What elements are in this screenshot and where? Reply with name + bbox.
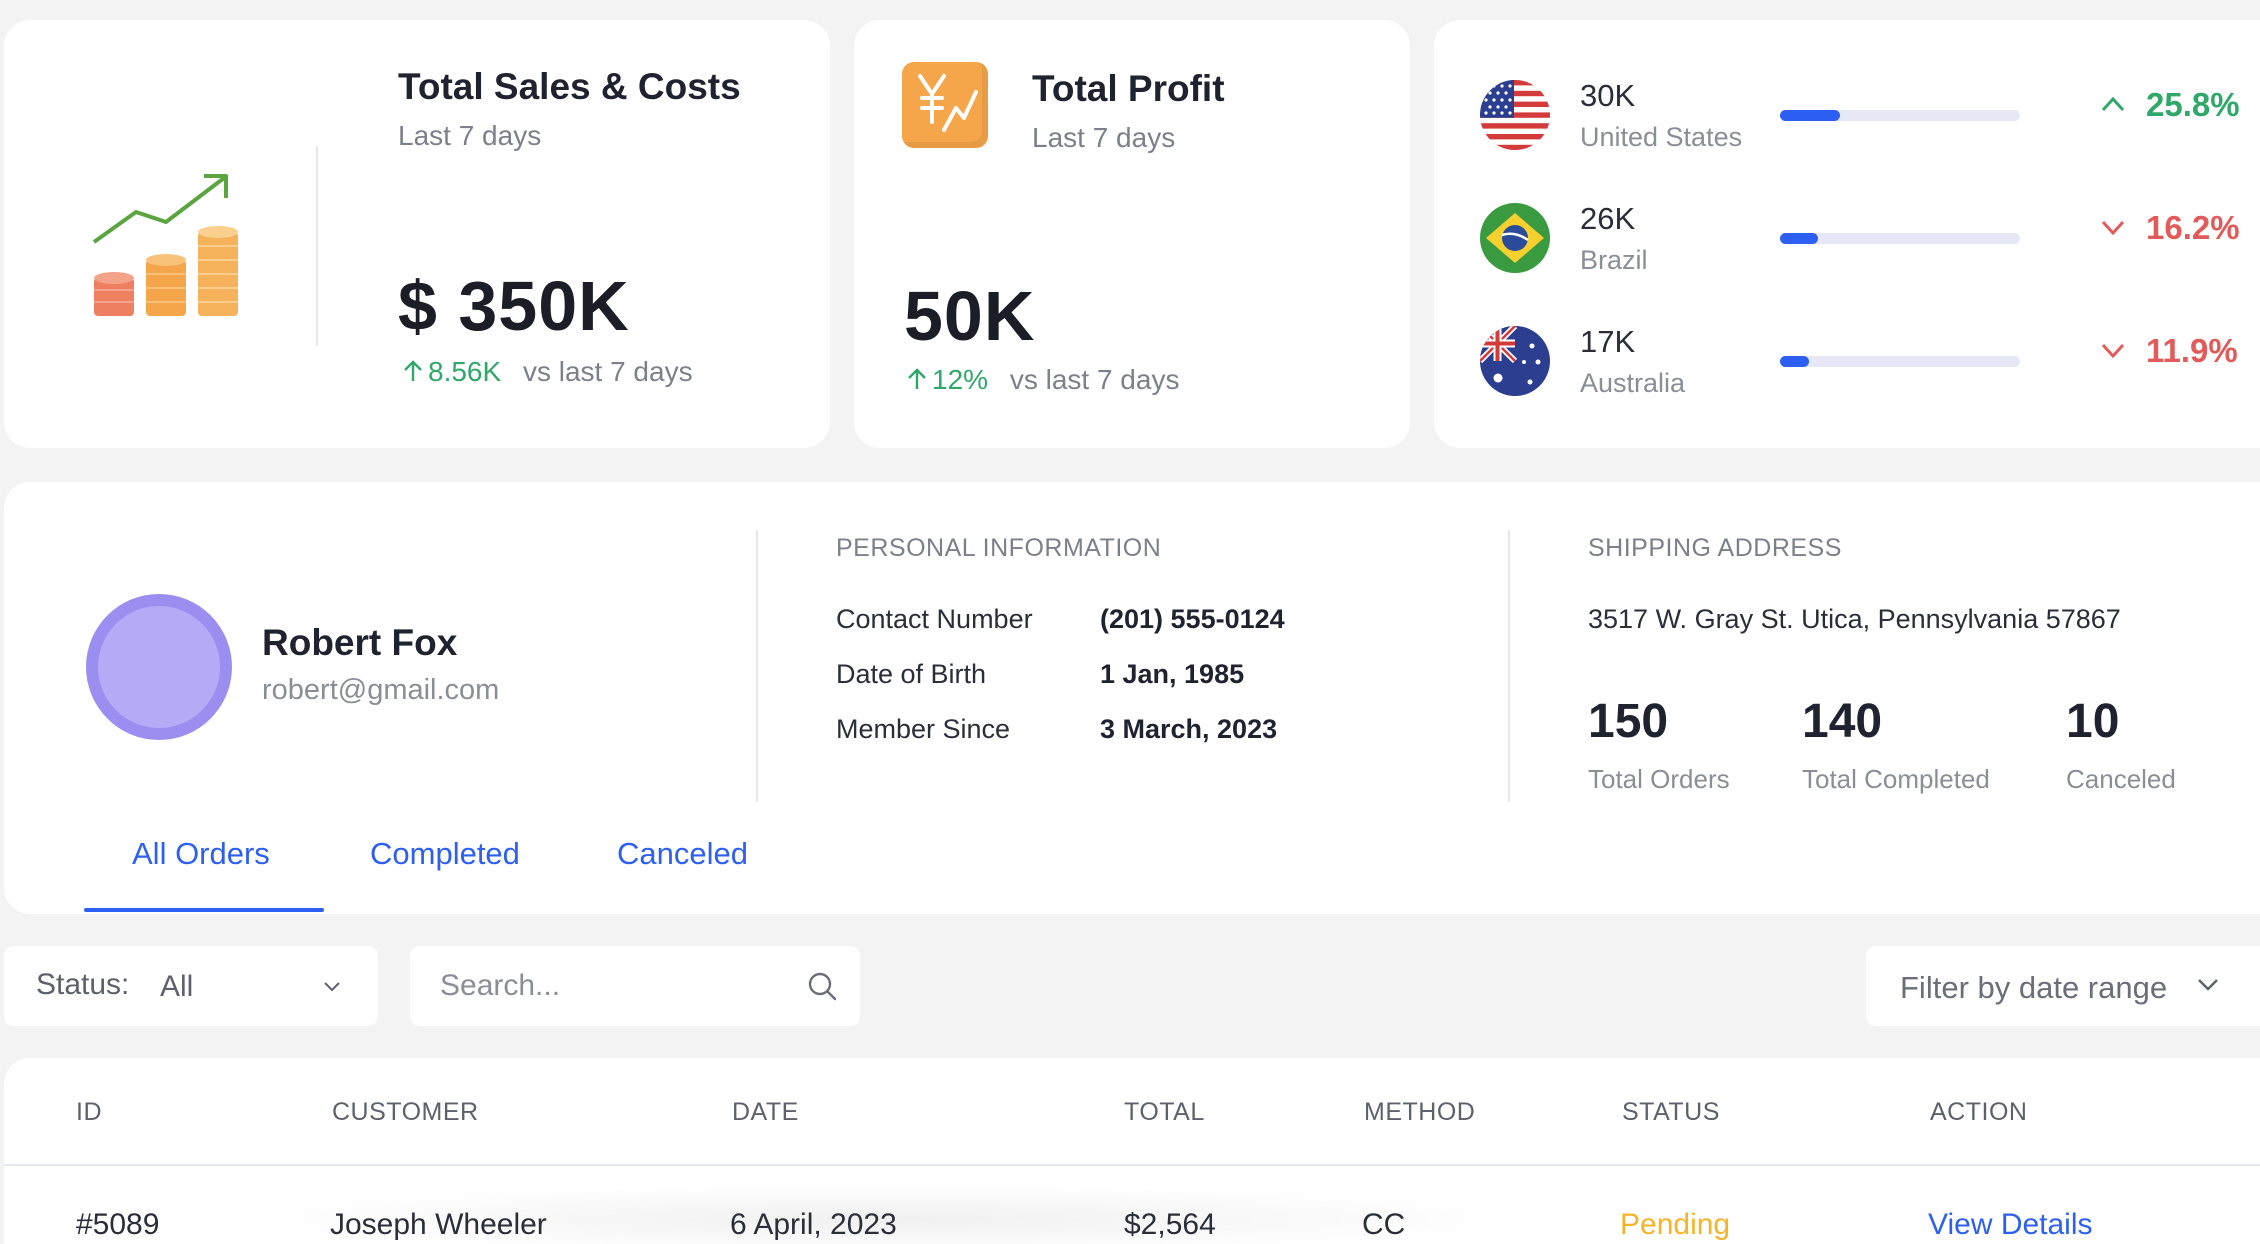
country-name: Brazil [1580,245,1648,275]
section-divider [1508,530,1510,802]
cell-total: $2,564 [1124,1208,1216,1241]
country-row-brazil: 26K Brazil 16.2% [1480,193,2240,283]
profit-trend: 12% vs last 7 days [906,364,1179,396]
table-header-divider [4,1164,2260,1166]
date-range-filter[interactable]: Filter by date range [1866,946,2260,1026]
sales-card-subtitle: Last 7 days [398,120,542,151]
country-name: United States [1580,122,1743,152]
cell-customer: Joseph Wheeler [330,1208,547,1241]
chevron-down-icon [2101,220,2125,236]
cell-status-badge: Pending [1620,1208,1731,1241]
country-progress-bar [1780,356,2020,367]
column-header-action: ACTION [1930,1098,2028,1126]
customer-card: Robert Fox robert@gmail.com PERSONAL INF… [4,482,2260,914]
sales-value: $ 350K [398,267,630,345]
dob-label: Date of Birth [836,659,987,689]
member-since-value: 3 March, 2023 [1100,714,1278,744]
stat-canceled-value: 10 [2066,695,2120,748]
country-value: 26K [1580,201,1636,236]
country-change: 16.2% [2100,209,2240,247]
country-change: 25.8% [2100,86,2240,124]
personal-info-heading: PERSONAL INFORMATION [836,534,1162,562]
coins-growth-icon [92,174,238,316]
country-change-value: 25.8% [2146,86,2240,123]
contact-value: (201) 555-0124 [1100,604,1285,634]
search-icon[interactable] [806,970,838,1002]
australia-flag-icon [1480,326,1550,396]
chevron-down-icon [2198,979,2218,991]
shipping-address: 3517 W. Gray St. Utica, Pennsylvania 578… [1588,604,2121,634]
profit-comparison: vs last 7 days [1009,364,1180,395]
column-header-customer: CUSTOMER [332,1098,479,1126]
us-flag-icon [1480,80,1550,150]
status-filter-select[interactable]: Status: All [4,946,378,1026]
brazil-flag-icon [1480,203,1550,273]
country-progress-bar [1780,233,2020,244]
column-header-id: ID [76,1098,102,1126]
arrow-up-icon [404,360,422,381]
card-divider [316,146,318,346]
customer-email: robert@gmail.com [262,674,500,706]
arrow-up-icon [908,368,926,389]
country-row-australia: 17K Australia 11.9% [1480,316,2240,406]
active-tab-indicator [84,908,324,912]
country-change-value: 11.9% [2146,332,2238,369]
status-filter-label: Status: [36,968,130,1001]
dob-value: 1 Jan, 1985 [1100,659,1245,689]
stat-total-orders-label: Total Orders [1588,764,1730,794]
column-header-total: TOTAL [1124,1098,1205,1126]
country-row-us: 30K United States 25.8% [1480,70,2240,160]
search-box [410,946,860,1026]
sales-trend: 8.56K vs last 7 days [402,356,693,388]
country-change-value: 16.2% [2146,209,2240,246]
stat-total-completed-value: 140 [1802,695,1883,748]
total-profit-card: Total Profit Last 7 days 50K 12% vs last… [854,20,1410,448]
stat-canceled-label: Canceled [2066,764,2176,794]
progress-fill [1780,356,1809,367]
profit-value: 50K [904,277,1036,355]
shipping-heading: SHIPPING ADDRESS [1588,534,1842,562]
contact-label: Contact Number [836,604,1033,634]
progress-fill [1780,233,1819,244]
profit-card-title: Total Profit [1032,68,1225,109]
sales-card-title: Total Sales & Costs [398,66,741,107]
country-sales-card: 30K United States 25.8% 26K Brazil 16.2% [1434,20,2260,448]
sales-comparison: vs last 7 days [522,356,693,387]
tab-all-orders[interactable]: All Orders [132,836,270,872]
chevron-up-icon [2101,96,2125,112]
chevron-down-icon [324,982,340,992]
sales-costs-card: Total Sales & Costs Last 7 days $ 350K 8… [4,20,830,448]
cell-method: CC [1362,1208,1406,1241]
sales-change: 8.56K [428,356,502,387]
cell-id: #5089 [76,1208,160,1241]
country-value: 30K [1580,78,1636,113]
column-header-status: STATUS [1622,1098,1720,1126]
view-details-link[interactable]: View Details [1928,1208,2093,1242]
cell-date: 6 April, 2023 [730,1208,897,1241]
country-change: 11.9% [2100,332,2238,370]
column-header-method: METHOD [1364,1098,1476,1126]
date-range-label: Filter by date range [1900,970,2168,1005]
tab-completed[interactable]: Completed [370,836,520,872]
search-input[interactable] [440,964,770,1008]
country-name: Australia [1580,368,1686,398]
profit-change: 12% [932,364,989,395]
country-progress-bar [1780,110,2020,121]
yen-chart-icon [902,62,988,148]
member-since-label: Member Since [836,714,1011,744]
stat-total-completed-label: Total Completed [1802,764,1990,794]
customer-name: Robert Fox [262,622,458,663]
profit-card-subtitle: Last 7 days [1032,122,1176,153]
section-divider [756,530,758,802]
chevron-down-icon [2101,343,2125,359]
progress-fill [1780,110,1840,121]
stat-total-orders-value: 150 [1588,695,1669,748]
country-value: 17K [1580,324,1636,359]
status-filter-value: All [160,970,194,1003]
orders-table: ID CUSTOMER DATE TOTAL METHOD STATUS ACT… [4,1058,2260,1244]
avatar [86,594,232,740]
tab-canceled[interactable]: Canceled [617,836,748,872]
column-header-date: DATE [732,1098,799,1126]
